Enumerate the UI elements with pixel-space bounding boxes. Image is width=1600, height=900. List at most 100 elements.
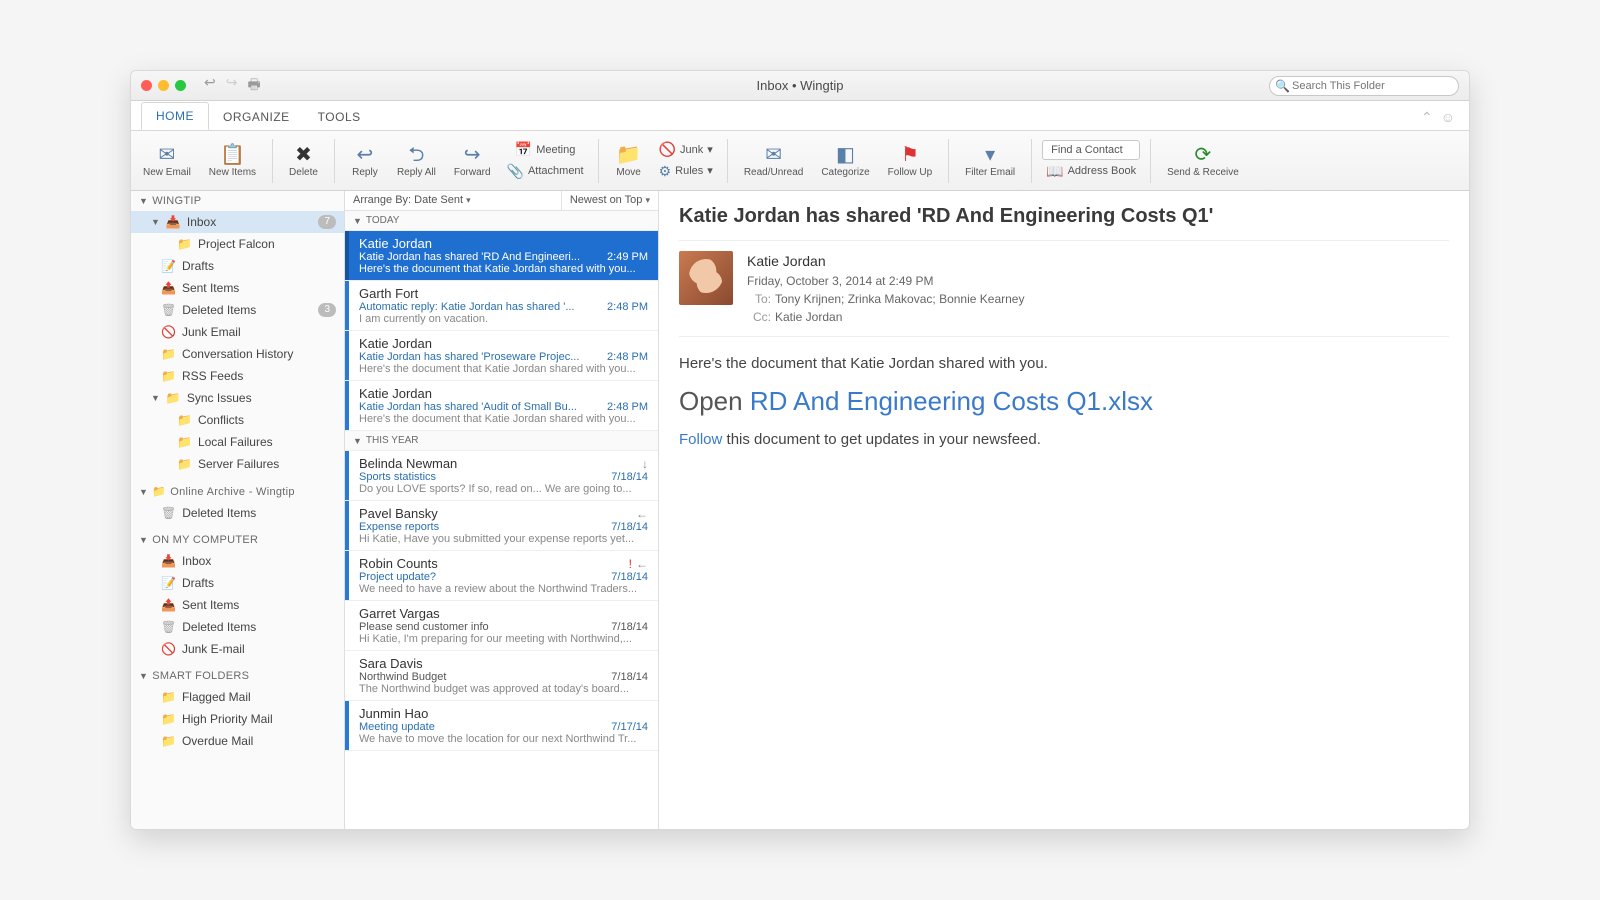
reading-pane: Katie Jordan has shared 'RD And Engineer… [659, 191, 1469, 829]
arrange-by-button[interactable]: Arrange By: Date Sent ▾ [345, 191, 479, 210]
sidebar-local-junk[interactable]: 🚫Junk E-mail [131, 638, 344, 660]
message-item[interactable]: Katie Jordan Katie Jordan has shared 'Au… [345, 381, 658, 431]
message-time: 7/17/14 [611, 721, 648, 733]
archive-header[interactable]: ▼📁Online Archive - Wingtip [131, 481, 344, 502]
message-item[interactable]: Sara Davis Northwind Budget7/18/14 The N… [345, 651, 658, 701]
attachment-button[interactable]: 📎Attachment [503, 162, 588, 181]
sidebar-high-priority[interactable]: 📁High Priority Mail [131, 708, 344, 730]
reply-all-button[interactable]: ⮌Reply All [391, 141, 442, 180]
new-items-button[interactable]: 📋New Items [203, 141, 262, 180]
delete-icon: ✖ [295, 143, 312, 167]
sidebar-archive-deleted[interactable]: 🗑Deleted Items [131, 502, 344, 524]
ribbon: ✉New Email 📋New Items ✖Delete ↩Reply ⮌Re… [131, 131, 1469, 191]
trash-icon: 🗑 [161, 303, 176, 317]
group-this-year[interactable]: ▼THIS YEAR [345, 431, 658, 451]
sidebar-local-drafts[interactable]: 📝Drafts [131, 572, 344, 594]
envelope-icon: ✉ [765, 143, 782, 167]
sidebar-drafts[interactable]: 📝Drafts [131, 255, 344, 277]
sidebar-deleted[interactable]: 🗑Deleted Items3 [131, 299, 344, 321]
message-item[interactable]: Junmin Hao Meeting update7/17/14 We have… [345, 701, 658, 751]
message-item[interactable]: !← Robin Counts Project update?7/18/14 W… [345, 551, 658, 601]
new-email-button[interactable]: ✉New Email [137, 141, 197, 180]
follow-up-button[interactable]: ⚑Follow Up [882, 141, 938, 180]
follow-link[interactable]: Follow [679, 431, 722, 448]
sidebar-conversation-history[interactable]: 📁Conversation History [131, 343, 344, 365]
mail-plus-icon: ✉ [159, 143, 176, 167]
search-icon: 🔍 [1275, 79, 1290, 93]
delete-button[interactable]: ✖Delete [283, 141, 324, 180]
message-item[interactable]: Garret Vargas Please send customer info7… [345, 601, 658, 651]
meeting-button[interactable]: 📅Meeting [503, 140, 588, 159]
inbox-icon: 📥 [161, 554, 176, 568]
sync-icon: ⟳ [1195, 143, 1212, 167]
send-receive-button[interactable]: ⟳Send & Receive [1161, 141, 1245, 180]
sidebar-project-falcon[interactable]: 📁Project Falcon [131, 233, 344, 255]
sidebar-overdue[interactable]: 📁Overdue Mail [131, 730, 344, 752]
sidebar-rss[interactable]: 📁RSS Feeds [131, 365, 344, 387]
account-header[interactable]: ▼WINGTIP [131, 191, 344, 211]
tab-home[interactable]: HOME [141, 102, 209, 130]
sidebar-sent[interactable]: 📤Sent Items [131, 277, 344, 299]
drafts-icon: 📝 [161, 576, 176, 590]
sort-order-button[interactable]: Newest on Top ▾ [561, 191, 658, 210]
group-today[interactable]: ▼TODAY [345, 211, 658, 231]
move-button[interactable]: 📁Move [609, 141, 649, 180]
message-from: Katie Jordan [359, 386, 648, 401]
trash-icon: 🗑 [161, 620, 176, 634]
filter-icon: ▾ [985, 143, 995, 167]
sidebar-junk[interactable]: 🚫Junk Email [131, 321, 344, 343]
message-subject-preview: Katie Jordan has shared 'Audit of Small … [359, 401, 607, 413]
smart-folders-header[interactable]: ▼SMART FOLDERS [131, 666, 344, 686]
message-subject-preview: Automatic reply: Katie Jordan has shared… [359, 301, 607, 313]
categorize-button[interactable]: ◧Categorize [815, 141, 875, 180]
arrange-bar: Arrange By: Date Sent ▾ Newest on Top ▾ [345, 191, 658, 211]
junk-button[interactable]: 🚫Junk ▾ [655, 140, 717, 159]
filter-email-button[interactable]: ▾Filter Email [959, 141, 1021, 180]
message-time: 2:48 PM [607, 401, 648, 413]
message-item[interactable]: ← Pavel Bansky Expense reports7/18/14 Hi… [345, 501, 658, 551]
message-item[interactable]: ↓ Belinda Newman Sports statistics7/18/1… [345, 451, 658, 501]
message-subject: Katie Jordan has shared 'RD And Engineer… [679, 205, 1449, 228]
search-input[interactable] [1269, 76, 1459, 96]
rules-button[interactable]: ⚙Rules ▾ [655, 162, 717, 181]
search-container: 🔍 [1269, 76, 1459, 96]
collapse-ribbon-icon[interactable]: ⌃ [1421, 109, 1433, 126]
message-preview: Here's the document that Katie Jordan sh… [359, 263, 648, 275]
sidebar-local-failures[interactable]: 📁Local Failures [131, 431, 344, 453]
sidebar-sync-issues[interactable]: ▼📁Sync Issues [131, 387, 344, 409]
tab-organize[interactable]: ORGANIZE [209, 104, 304, 130]
junk-folder-icon: 🚫 [161, 325, 176, 339]
message-preview: Here's the document that Katie Jordan sh… [359, 363, 648, 375]
message-time: 2:49 PM [607, 251, 648, 263]
message-preview: I am currently on vacation. [359, 313, 648, 325]
message-item[interactable]: Katie Jordan Katie Jordan has shared 'RD… [345, 231, 658, 281]
sidebar-local-sent[interactable]: 📤Sent Items [131, 594, 344, 616]
folder-icon: 📁 [161, 734, 176, 748]
sidebar-flagged[interactable]: 📁Flagged Mail [131, 686, 344, 708]
sender-avatar [679, 251, 733, 305]
help-icon[interactable]: ☺ [1441, 109, 1455, 126]
address-book-button[interactable]: 📖Address Book [1042, 162, 1140, 181]
message-list[interactable]: ▼TODAY Katie Jordan Katie Jordan has sha… [345, 211, 658, 829]
trash-icon: 🗑 [161, 506, 176, 520]
message-item[interactable]: Katie Jordan Katie Jordan has shared 'Pr… [345, 331, 658, 381]
message-subject-preview: Expense reports [359, 521, 611, 533]
ribbon-tabs: HOME ORGANIZE TOOLS ⌃ ☺ [131, 101, 1469, 131]
folder-icon: 📁 [177, 237, 192, 251]
sidebar-server-failures[interactable]: 📁Server Failures [131, 453, 344, 475]
sidebar-local-inbox[interactable]: 📥Inbox [131, 550, 344, 572]
message-subject-preview: Project update? [359, 571, 611, 583]
forward-button[interactable]: ↪Forward [448, 141, 497, 180]
message-item[interactable]: Garth Fort Automatic reply: Katie Jordan… [345, 281, 658, 331]
tab-tools[interactable]: TOOLS [304, 104, 375, 130]
message-from: Katie Jordan [359, 236, 648, 251]
on-my-computer-header[interactable]: ▼ON MY COMPUTER [131, 530, 344, 550]
sidebar-inbox[interactable]: ▼📥Inbox7 [131, 211, 344, 233]
find-contact-button[interactable]: Find a Contact [1042, 140, 1140, 160]
sidebar-local-deleted[interactable]: 🗑Deleted Items [131, 616, 344, 638]
shared-file-link[interactable]: RD And Engineering Costs Q1.xlsx [750, 386, 1153, 416]
move-icon: 📁 [616, 143, 641, 167]
sidebar-conflicts[interactable]: 📁Conflicts [131, 409, 344, 431]
reply-button[interactable]: ↩Reply [345, 141, 385, 180]
read-unread-button[interactable]: ✉Read/Unread [738, 141, 809, 180]
